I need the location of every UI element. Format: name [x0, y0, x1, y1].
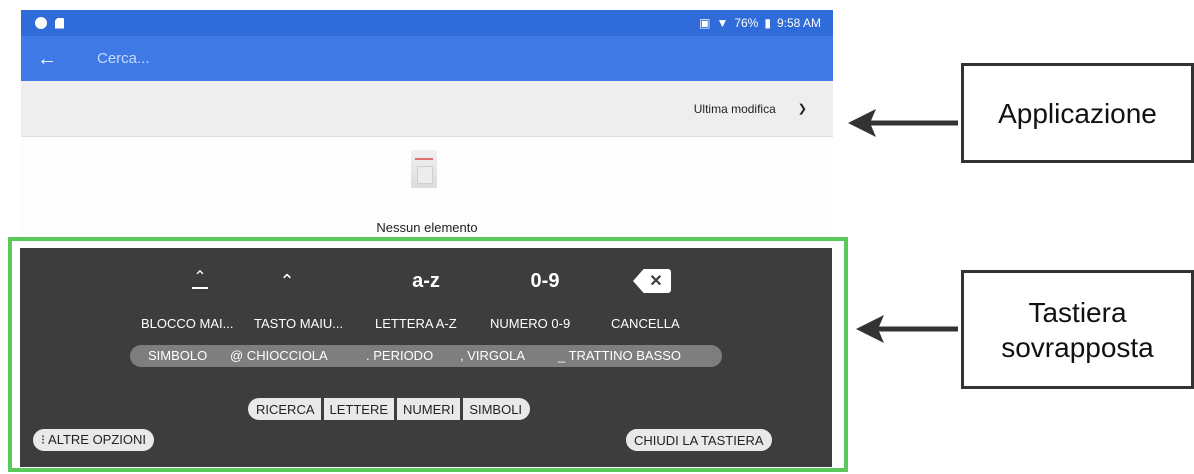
callout-application-text: Applicazione: [998, 97, 1157, 129]
comma-key[interactable]: , VIRGOLA: [460, 348, 525, 363]
keyboard-label-row: BLOCCO MAI... TASTO MAIU... LETTERA A-Z …: [20, 314, 832, 334]
symbol-key[interactable]: SIMBOLO: [148, 348, 207, 363]
back-arrow-icon[interactable]: ←: [37, 49, 67, 69]
clock: 9:58 AM: [776, 16, 821, 30]
numbers-key[interactable]: 0-9: [515, 266, 575, 296]
wifi-icon: ▼: [716, 16, 729, 30]
caps-lock-label: BLOCCO MAI...: [141, 316, 234, 331]
callout-keyboard-line2: sovrapposta: [1001, 331, 1154, 363]
at-key[interactable]: @ CHIOCCIOLA: [230, 348, 328, 363]
search-mode-button[interactable]: RICERCA: [248, 398, 321, 420]
letters-mode-button[interactable]: LETTERE: [323, 398, 395, 420]
backspace-icon[interactable]: ✕: [630, 266, 674, 296]
shift-label: TASTO MAIU...: [254, 316, 344, 331]
letters-key[interactable]: a-z: [396, 266, 456, 296]
period-key[interactable]: . PERIODO: [366, 348, 433, 363]
empty-state-text: Nessun elemento: [376, 220, 478, 235]
sort-dropdown-label[interactable]: Ultima modifica: [694, 102, 776, 116]
more-options-button[interactable]: ⁝ ALTRE OPZIONI: [33, 429, 155, 451]
empty-document-icon: [411, 150, 437, 188]
keyboard-mode-row: RICERCA LETTERE NUMERI SIMBOLI: [248, 398, 531, 420]
delete-label: CANCELLA: [611, 316, 680, 331]
empty-content-area: Nessun elemento: [21, 138, 833, 238]
keyboard-icon-row: ⌃ ⌃ a-z 0-9 ✕: [20, 266, 832, 296]
callout-keyboard-line1: Tastiera: [1028, 296, 1127, 328]
search-input[interactable]: [97, 50, 697, 67]
notification-dot-icon: [35, 17, 47, 29]
battery-percent: 76%: [734, 16, 759, 30]
search-toolbar: ←: [21, 36, 833, 81]
symbol-shortcuts-row: SIMBOLO @ CHIOCCIOLA . PERIODO , VIRGOLA…: [130, 345, 722, 367]
battery-icon: ▮: [764, 16, 771, 30]
status-bar: ▣ ▼ 76% ▮ 9:58 AM: [21, 10, 833, 36]
arrow-to-app-icon: [848, 109, 958, 137]
callout-application: Applicazione: [961, 63, 1194, 163]
symbols-mode-button[interactable]: SIMBOLI: [463, 398, 531, 420]
cast-icon: ▣: [699, 16, 711, 30]
overlay-keyboard: ⌃ ⌃ a-z 0-9 ✕ BLOCCO MAI... TASTO MAIU..…: [20, 248, 832, 467]
numbers-mode-button[interactable]: NUMERI: [397, 398, 461, 420]
close-keyboard-button[interactable]: CHIUDI LA TASTIERA: [626, 429, 772, 451]
number-label: NUMERO 0-9: [490, 316, 571, 331]
caps-lock-icon[interactable]: ⌃: [185, 266, 215, 296]
chevron-down-icon[interactable]: ❯: [798, 102, 807, 115]
arrow-to-keyboard-icon: [856, 315, 958, 343]
sim-card-icon: [55, 17, 64, 29]
shift-icon[interactable]: ⌃: [272, 266, 302, 296]
letter-label: LETTERA A-Z: [375, 316, 457, 331]
sort-bar: Ultima modifica ❯: [21, 81, 833, 137]
underscore-key[interactable]: _ TRATTINO BASSO: [558, 348, 681, 363]
callout-keyboard: Tastiera sovrapposta: [961, 270, 1194, 389]
